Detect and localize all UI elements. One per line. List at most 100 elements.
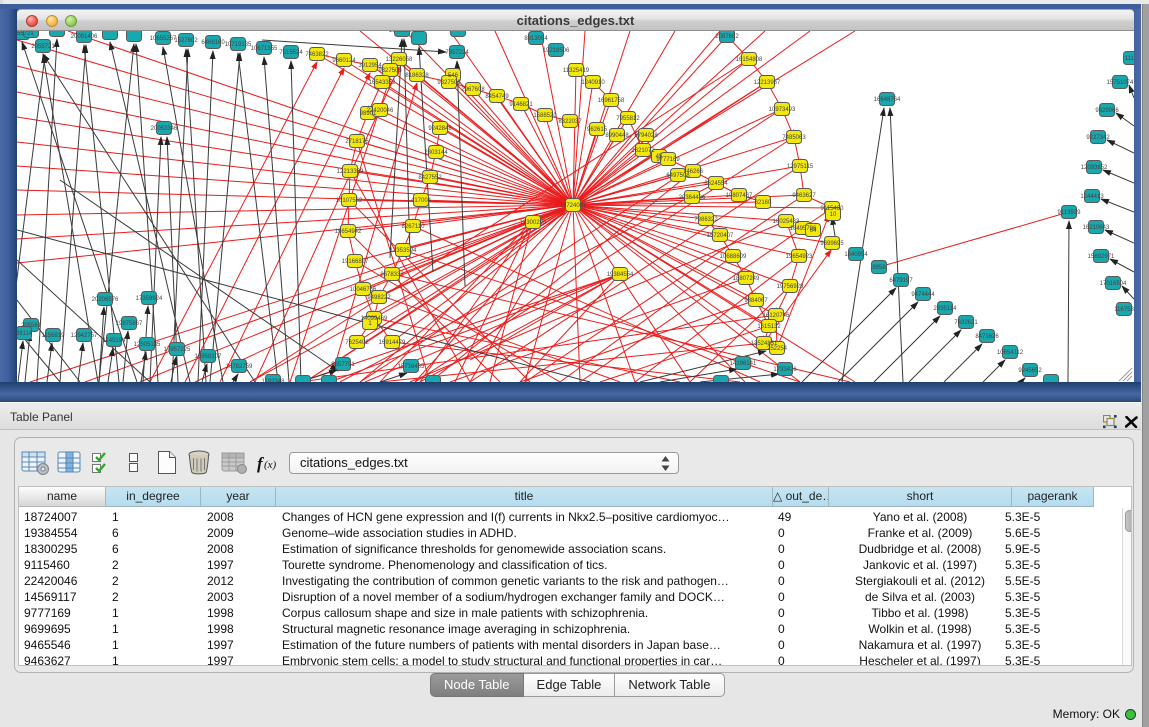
- svg-text:2718176: 2718176: [345, 139, 369, 145]
- svg-text:16154808: 16154808: [736, 57, 763, 63]
- svg-text:10654112: 10654112: [997, 350, 1024, 356]
- svg-text:19975867: 19975867: [116, 321, 143, 327]
- svg-text:20206576: 20206576: [92, 297, 119, 303]
- svg-text:1192348: 1192348: [262, 379, 286, 382]
- svg-text:20053346: 20053346: [151, 126, 178, 132]
- svg-text:19756928: 19756928: [777, 284, 804, 290]
- svg-text:17957225: 17957225: [164, 347, 191, 353]
- svg-text:10973493: 10973493: [769, 107, 796, 113]
- svg-text:10719135: 10719135: [225, 42, 252, 48]
- svg-text:8471626: 8471626: [975, 334, 999, 340]
- svg-text:10688609: 10688609: [720, 254, 747, 260]
- svg-text:12213369: 12213369: [337, 169, 364, 175]
- svg-text:9327508: 9327508: [437, 80, 461, 86]
- svg-text:15751074: 15751074: [1107, 80, 1134, 86]
- svg-text:12942757: 12942757: [71, 333, 98, 339]
- svg-text:10107552: 10107552: [336, 198, 363, 204]
- svg-text:12213967: 12213967: [754, 80, 781, 86]
- svg-text:19654923: 19654923: [786, 254, 813, 260]
- svg-text:16914479: 16914479: [379, 340, 406, 346]
- svg-text:19654942: 19654942: [335, 229, 362, 235]
- svg-text:9474444: 9474444: [911, 292, 935, 298]
- svg-text:9498222: 9498222: [367, 295, 391, 301]
- svg-text:1145194: 1145194: [103, 338, 127, 344]
- svg-text:18300295: 18300295: [520, 220, 547, 226]
- svg-text:16543352: 16543352: [369, 80, 396, 86]
- svg-text:16648764: 16648764: [874, 97, 901, 103]
- svg-text:17016504: 17016504: [1100, 281, 1127, 287]
- svg-text:12093852: 12093852: [1081, 165, 1108, 171]
- svg-text:1244413: 1244413: [1080, 194, 1104, 200]
- svg-text:546: 546: [448, 73, 459, 79]
- svg-text:8322037: 8322037: [558, 119, 582, 125]
- svg-text:252254: 252254: [767, 346, 788, 352]
- svg-text:16961758: 16961758: [598, 98, 625, 104]
- svg-text:11325419: 11325419: [563, 68, 590, 74]
- svg-text:9327506: 9327506: [378, 68, 402, 74]
- svg-text:10807487: 10807487: [726, 193, 753, 199]
- svg-text:9699695: 9699695: [820, 241, 844, 247]
- svg-text:9884067: 9884067: [744, 298, 768, 304]
- svg-text:6466160: 6466160: [201, 40, 225, 46]
- svg-text:7515524: 7515524: [279, 50, 303, 56]
- svg-text:1588520: 1588520: [533, 113, 557, 119]
- svg-text:9146821: 9146821: [509, 102, 533, 108]
- svg-text:8427552: 8427552: [418, 175, 442, 181]
- svg-text:7463822: 7463822: [305, 52, 329, 58]
- svg-text:10958107: 10958107: [195, 354, 222, 360]
- svg-text:16120746: 16120746: [763, 313, 790, 319]
- svg-text:18807249: 18807249: [733, 276, 760, 282]
- svg-text:2803144: 2803144: [424, 150, 448, 156]
- svg-text:12505135: 12505135: [134, 342, 161, 348]
- svg-text:2055721: 2055721: [17, 31, 34, 37]
- svg-text:7986322: 7986322: [694, 217, 718, 223]
- svg-text:18724007: 18724007: [560, 203, 587, 209]
- svg-text:10671355: 10671355: [251, 46, 278, 52]
- svg-text:2055721: 2055721: [31, 44, 55, 50]
- svg-text:6479197: 6479197: [889, 278, 913, 284]
- svg-text:10: 10: [830, 212, 837, 218]
- svg-text:8990448: 8990448: [605, 133, 629, 139]
- svg-text:7357224: 7357224: [445, 50, 469, 56]
- svg-text:64: 64: [810, 228, 817, 234]
- svg-text:1240910: 1240910: [581, 80, 605, 86]
- svg-text:16033809: 16033809: [389, 31, 416, 34]
- svg-text:10025433: 10025433: [773, 219, 800, 225]
- svg-text:20091406: 20091406: [71, 34, 98, 40]
- svg-text:1621072: 1621072: [631, 148, 655, 154]
- svg-text:10046756: 10046756: [350, 287, 377, 293]
- svg-text:15716485: 15716485: [398, 364, 425, 370]
- svg-text:7485063: 7485063: [782, 135, 806, 141]
- svg-text:62160: 62160: [755, 200, 772, 206]
- svg-text:9657791: 9657791: [331, 362, 355, 368]
- svg-text:39114: 39114: [17, 331, 33, 337]
- svg-text:8186328: 8186328: [405, 73, 429, 79]
- svg-text:1112: 1112: [1125, 56, 1134, 62]
- svg-text:20364436: 20364436: [679, 195, 706, 201]
- svg-text:8267110: 8267110: [402, 224, 426, 230]
- svg-text:3624554: 3624554: [704, 181, 728, 187]
- svg-text:19384554: 19384554: [607, 272, 634, 278]
- svg-text:2967608: 2967608: [461, 87, 485, 93]
- svg-text:9242848: 9242848: [428, 126, 452, 132]
- svg-text:8678332: 8678332: [380, 272, 404, 278]
- svg-text:13226058: 13226058: [386, 57, 413, 63]
- svg-text:7625402: 7625402: [345, 340, 369, 346]
- svg-text:1640954: 1640954: [844, 252, 868, 258]
- svg-text:1527602: 1527602: [174, 38, 198, 44]
- svg-text:116753: 116753: [1114, 307, 1134, 313]
- svg-text:16782759: 16782759: [226, 364, 253, 370]
- svg-text:10655267: 10655267: [150, 36, 177, 42]
- svg-text:1733426: 1733426: [773, 367, 797, 373]
- svg-text:15720407: 15720407: [707, 233, 734, 239]
- svg-text:14099469: 14099469: [361, 316, 388, 322]
- svg-text:9113939: 9113939: [1058, 210, 1082, 216]
- svg-text:7955812: 7955812: [616, 116, 640, 122]
- svg-text:16210643: 16210643: [1083, 225, 1110, 231]
- svg-text:9660124: 9660124: [332, 58, 356, 64]
- svg-text:8958: 8958: [872, 265, 886, 271]
- svg-text:9227342: 9227342: [1086, 135, 1110, 141]
- svg-text:15692971: 15692971: [1088, 254, 1115, 260]
- svg-text:17359924: 17359924: [136, 296, 163, 302]
- svg-text:9777169: 9777169: [656, 157, 680, 163]
